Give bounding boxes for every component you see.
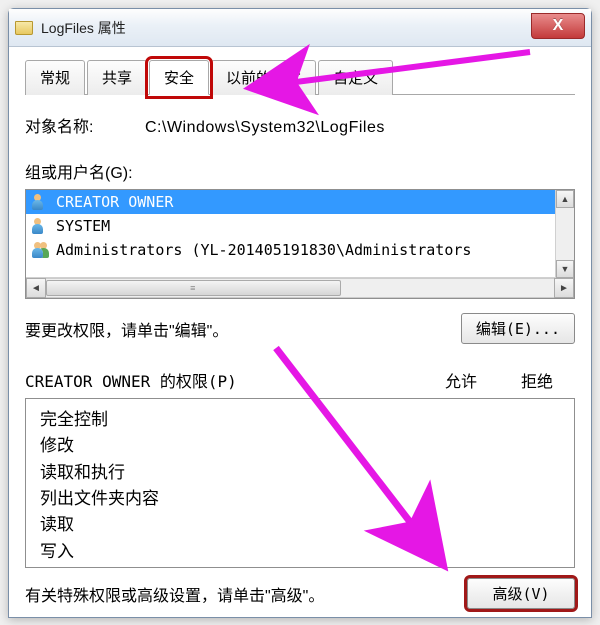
edit-button-label: 编辑(E)...: [476, 320, 560, 338]
tab-general[interactable]: 常规: [25, 60, 85, 95]
tab-label: 共享: [102, 70, 132, 87]
tab-label: 常规: [40, 70, 70, 87]
tab-sharing[interactable]: 共享: [87, 60, 147, 95]
scroll-up-button[interactable]: ▲: [556, 190, 574, 208]
folder-icon: [15, 21, 33, 35]
permission-item: 完全控制: [40, 407, 560, 433]
list-item[interactable]: Administrators (YL-201405191830\Administ…: [26, 238, 574, 262]
advanced-hint: 有关特殊权限或高级设置，请单击"高级"。: [25, 582, 324, 606]
object-name-value: C:\Windows\System32\LogFiles: [145, 119, 385, 137]
deny-header: 拒绝: [499, 368, 575, 392]
scroll-left-button[interactable]: ◄: [26, 278, 46, 298]
tab-customize[interactable]: 自定义: [318, 60, 393, 95]
scroll-down-button[interactable]: ▼: [556, 260, 574, 278]
properties-window: LogFiles 属性 X 常规 共享 安全 以前的版本 自定义 对象名称: C…: [8, 8, 592, 618]
titlebar[interactable]: LogFiles 属性 X: [9, 9, 591, 47]
permission-item: 列出文件夹内容: [40, 486, 560, 512]
groups-list-items: CREATOR OWNER SYSTEM Administrators (YL-…: [26, 190, 574, 278]
scroll-track[interactable]: ≡: [46, 278, 554, 298]
object-name-label: 对象名称:: [25, 113, 145, 137]
scroll-right-button[interactable]: ►: [554, 278, 574, 298]
permission-item: 修改: [40, 433, 560, 459]
tab-label: 安全: [164, 70, 194, 87]
horizontal-scrollbar[interactable]: ◄ ≡ ►: [26, 278, 574, 298]
permissions-header: CREATOR OWNER 的权限(P) 允许 拒绝: [25, 368, 575, 392]
users-icon: [32, 242, 50, 258]
allow-header: 允许: [423, 368, 499, 392]
list-item-text: CREATOR OWNER: [56, 193, 173, 211]
tab-security[interactable]: 安全: [149, 60, 209, 95]
edit-hint: 要更改权限，请单击"编辑"。: [25, 317, 228, 341]
advanced-button[interactable]: 高级(V): [467, 578, 575, 609]
window-title: LogFiles 属性: [41, 18, 126, 38]
list-item-text: SYSTEM: [56, 217, 110, 235]
object-name-row: 对象名称: C:\Windows\System32\LogFiles: [25, 113, 575, 137]
close-button[interactable]: X: [531, 13, 585, 39]
list-item-text: Administrators (YL-201405191830\Administ…: [56, 241, 471, 259]
edit-row: 要更改权限，请单击"编辑"。 编辑(E)...: [25, 313, 575, 344]
permission-item: 写入: [40, 539, 560, 565]
tab-previous-versions[interactable]: 以前的版本: [211, 60, 316, 95]
groups-label: 组或用户名(G):: [25, 159, 575, 183]
groups-listbox[interactable]: CREATOR OWNER SYSTEM Administrators (YL-…: [25, 189, 575, 299]
user-icon: [32, 218, 50, 234]
edit-button[interactable]: 编辑(E)...: [461, 313, 575, 344]
list-item[interactable]: CREATOR OWNER: [26, 190, 574, 214]
user-icon: [32, 194, 50, 210]
close-icon: X: [553, 17, 564, 35]
groups-list-wrap: CREATOR OWNER SYSTEM Administrators (YL-…: [25, 189, 575, 299]
scroll-thumb[interactable]: ≡: [46, 280, 341, 296]
advanced-button-label: 高级(V): [492, 585, 549, 603]
permission-item: 读取: [40, 512, 560, 538]
tab-label: 自定义: [333, 70, 378, 87]
list-item[interactable]: SYSTEM: [26, 214, 574, 238]
tab-label: 以前的版本: [226, 70, 301, 87]
permissions-title: CREATOR OWNER 的权限(P): [25, 368, 423, 392]
vertical-scrollbar[interactable]: ▲ ▼: [555, 190, 574, 278]
scroll-track[interactable]: [556, 208, 574, 260]
tab-strip: 常规 共享 安全 以前的版本 自定义: [25, 59, 575, 95]
permission-item: 读取和执行: [40, 460, 560, 486]
advanced-row: 有关特殊权限或高级设置，请单击"高级"。 高级(V): [25, 578, 575, 609]
permissions-box: 完全控制 修改 读取和执行 列出文件夹内容 读取 写入: [25, 398, 575, 568]
content-area: 常规 共享 安全 以前的版本 自定义 对象名称: C:\Windows\Syst…: [9, 47, 591, 619]
